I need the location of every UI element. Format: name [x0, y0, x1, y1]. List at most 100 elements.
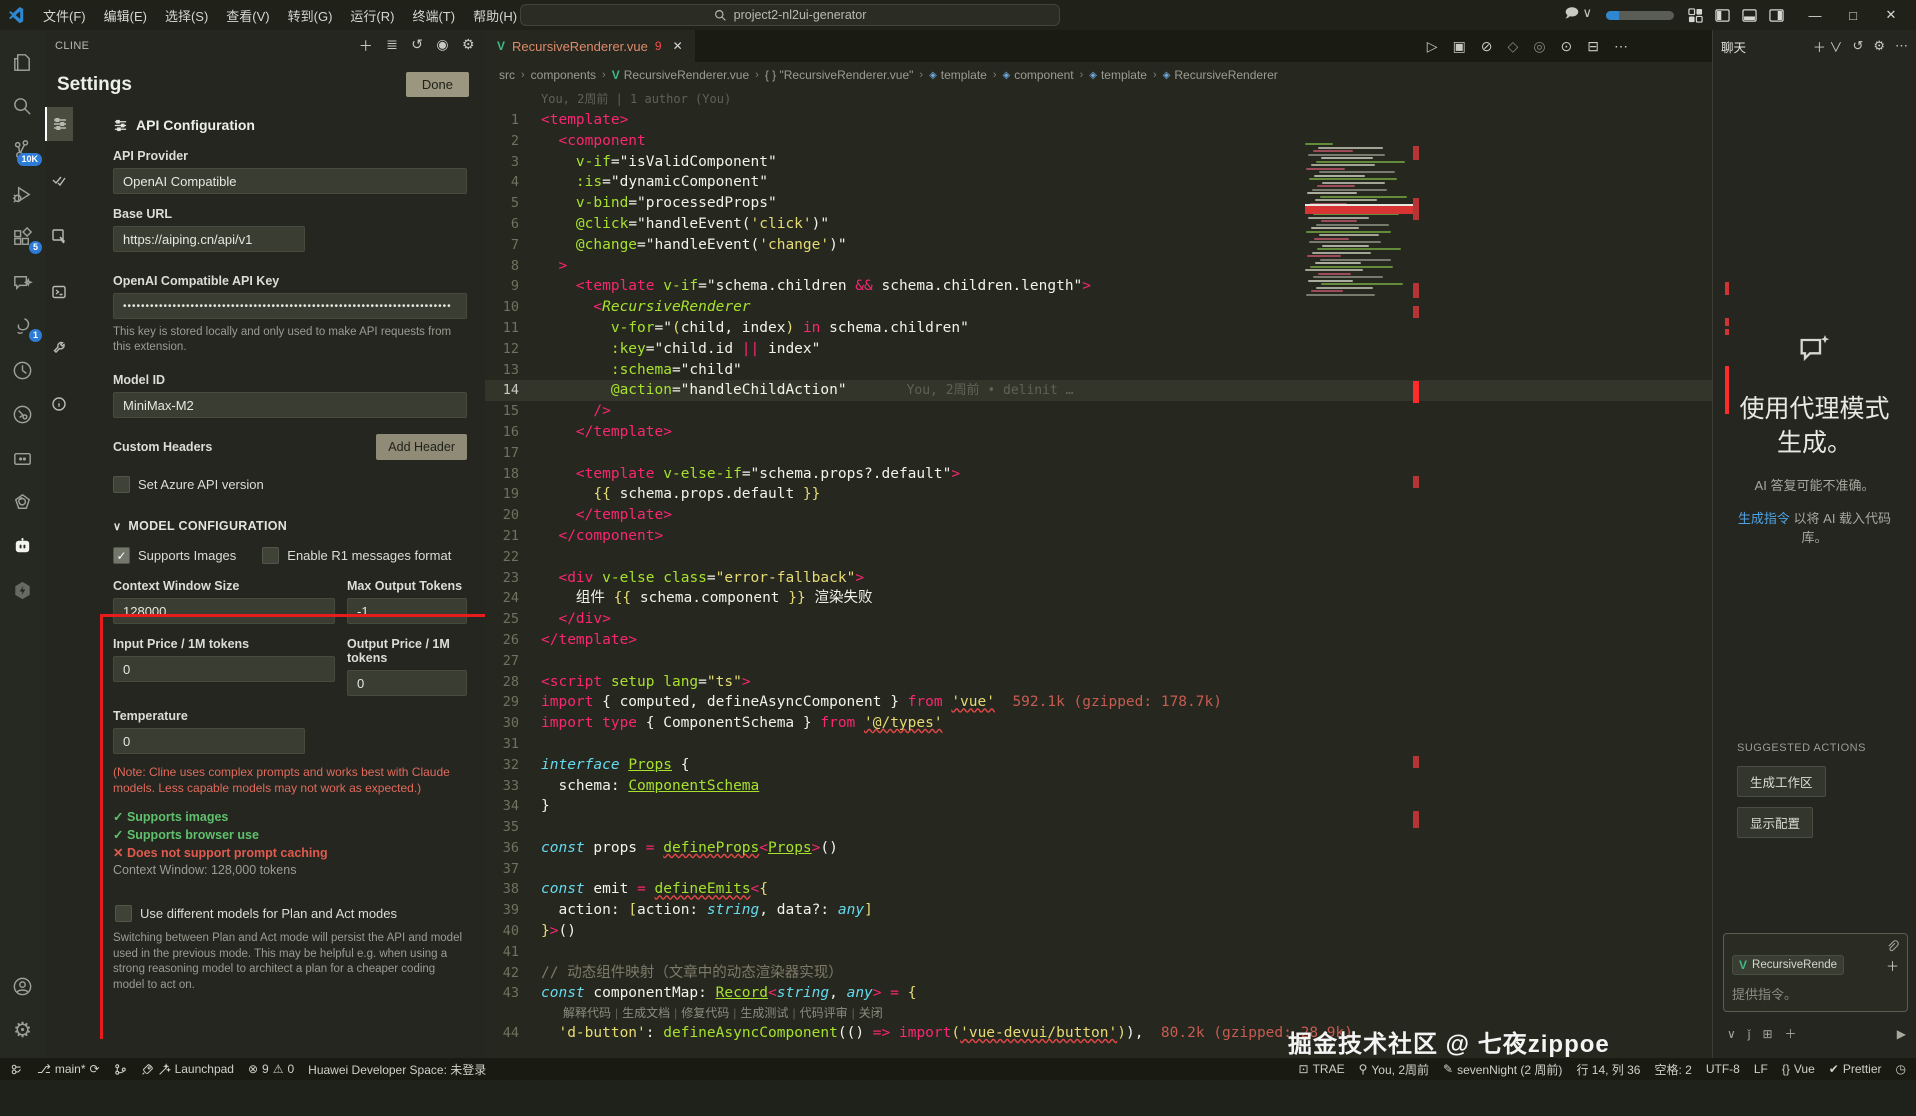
breadcrumb-item[interactable]: ◈RecursiveRenderer	[1163, 68, 1278, 82]
cursor-position-item[interactable]: 行 14, 列 36	[1576, 1061, 1640, 1078]
toggle-panel-icon[interactable]	[1742, 8, 1757, 23]
encoding-item[interactable]: UTF-8	[1706, 1062, 1740, 1076]
menu-item[interactable]: 转到(G)	[279, 2, 342, 29]
ai-code-action[interactable]: 解释代码	[563, 1006, 611, 1020]
menu-item[interactable]: 运行(R)	[341, 2, 403, 29]
code-line[interactable]: 41	[485, 942, 1712, 963]
repo-graph-icon[interactable]	[0, 392, 45, 436]
send-button[interactable]: ▶	[1897, 1027, 1906, 1041]
mcp-servers-icon[interactable]: ≣	[386, 36, 398, 56]
run-next-icon[interactable]: ◎	[1533, 38, 1545, 55]
ai-code-action[interactable]: 生成测试	[740, 1006, 788, 1020]
code-line[interactable]: 13 :schema="child"	[485, 360, 1712, 381]
new-chat-icon[interactable]: ＋ ∨	[1813, 37, 1843, 56]
run-debug-icon[interactable]	[0, 172, 45, 216]
temperature-input[interactable]	[113, 728, 305, 754]
provider-select[interactable]: OpenAI Compatible	[113, 168, 467, 194]
inprice-input[interactable]	[113, 656, 335, 682]
menu-item[interactable]: 查看(V)	[217, 2, 278, 29]
customize-layout-icon[interactable]	[1688, 8, 1703, 23]
ai-code-action[interactable]: 修复代码	[681, 1006, 729, 1020]
chat-input-placeholder[interactable]: 提供指令。	[1732, 984, 1899, 1003]
prettier-item[interactable]: ✔Prettier	[1829, 1062, 1882, 1076]
code-line[interactable]: 18 <template v-else-if="schema.props?.de…	[485, 464, 1712, 485]
generate-instructions-link[interactable]: 生成指令	[1738, 511, 1790, 526]
chat-history-icon[interactable]: ↺	[1852, 38, 1863, 54]
more-actions-button[interactable]: ⋯	[1614, 38, 1628, 55]
supports-images-checkbox[interactable]: ✓	[113, 547, 130, 564]
code-line[interactable]: 1<template>	[485, 110, 1712, 131]
code-line[interactable]: 9 <template v-if="schema.children && sch…	[485, 276, 1712, 297]
code-line[interactable]: 3 v-if="isValidComponent"	[485, 152, 1712, 173]
code-line[interactable]: 24 组件 {{ schema.component }} 渲染失败	[485, 588, 1712, 609]
code-line[interactable]: 28<script setup lang="ts">	[485, 672, 1712, 693]
account-icon[interactable]	[0, 964, 45, 1008]
tab-close-icon[interactable]: ✕	[673, 39, 683, 53]
add-tool-icon[interactable]: ＋	[1785, 1025, 1797, 1042]
maxtok-input[interactable]	[347, 598, 467, 624]
menu-item[interactable]: 帮助(H)	[464, 2, 526, 29]
search-view-icon[interactable]	[0, 84, 45, 128]
code-line[interactable]: 12 :key="child.id || index"	[485, 339, 1712, 360]
ai-code-action[interactable]: 生成文档	[622, 1006, 670, 1020]
breadcrumb-item[interactable]: VRecursiveRenderer.vue	[612, 68, 749, 82]
code-line[interactable]: 23 <div v-else class="error-fallback">	[485, 568, 1712, 589]
subnav-general-icon[interactable]	[45, 163, 73, 197]
baseurl-input[interactable]	[113, 226, 305, 252]
eol-item[interactable]: LF	[1754, 1062, 1768, 1076]
chevron-down-icon[interactable]: ∨	[113, 520, 121, 533]
minimize-button[interactable]: —	[1798, 1, 1832, 29]
add-header-button[interactable]: Add Header	[376, 434, 467, 460]
context-chip[interactable]: V RecursiveRende	[1732, 955, 1844, 975]
code-line[interactable]: 32interface Props {	[485, 755, 1712, 776]
screen-share-icon[interactable]	[0, 436, 45, 480]
chat-more-icon[interactable]: ⋯	[1895, 38, 1908, 54]
split-editor-button[interactable]: ⊟	[1587, 38, 1599, 55]
code-line[interactable]: 36const props = defineProps<Props>()	[485, 838, 1712, 859]
code-line[interactable]: 17	[485, 443, 1712, 464]
done-button[interactable]: Done	[406, 72, 469, 97]
code-line[interactable]: 43const componentMap: Record<string, any…	[485, 983, 1712, 1004]
menu-item[interactable]: 编辑(E)	[95, 2, 156, 29]
new-task-icon[interactable]: ＋	[359, 36, 373, 56]
code-line[interactable]: 34}	[485, 796, 1712, 817]
close-button[interactable]: ✕	[1874, 1, 1908, 29]
hexagon-bolt-icon[interactable]	[0, 568, 45, 612]
code-line[interactable]: 6 @click="handleEvent('click')"	[485, 214, 1712, 235]
code-line[interactable]: 14 @action="handleChildAction"You, 2周前 •…	[485, 380, 1712, 401]
outprice-input[interactable]	[347, 670, 467, 696]
apikey-input[interactable]: ••••••••••••••••••••••••••••••••••••••••…	[113, 293, 467, 319]
language-mode-item[interactable]: {}Vue	[1782, 1062, 1815, 1076]
menu-item[interactable]: 终端(T)	[403, 2, 464, 29]
gitlens-blame-header[interactable]: You, 2周前 | 1 author (You)	[485, 90, 1712, 110]
knot-extension-icon[interactable]	[0, 480, 45, 524]
code-line[interactable]: 30import type { ComponentSchema } from '…	[485, 713, 1712, 734]
subnav-features-icon[interactable]	[45, 331, 73, 365]
code-line[interactable]: 11 v-for="(child, index) in schema.child…	[485, 318, 1712, 339]
remote-indicator[interactable]	[10, 1063, 23, 1076]
breadcrumb-item[interactable]: ◈template	[1089, 68, 1147, 82]
code-line[interactable]: 38const emit = defineEmits<{	[485, 879, 1712, 900]
code-line[interactable]: 16 </template>	[485, 422, 1712, 443]
ai-robot-icon[interactable]	[0, 524, 45, 568]
code-line[interactable]: 40}>()	[485, 921, 1712, 942]
symbols-icon[interactable]: ◇	[1508, 38, 1519, 55]
code-line[interactable]: 7 @change="handleEvent('change')"	[485, 235, 1712, 256]
ctx-input[interactable]	[113, 598, 335, 624]
code-line[interactable]: 5 v-bind="processedProps"	[485, 193, 1712, 214]
suggested-action-button[interactable]: 显示配置	[1737, 807, 1813, 838]
code-line[interactable]: 4 :is="dynamicComponent"	[485, 172, 1712, 193]
code-line[interactable]: 31	[485, 734, 1712, 755]
minimap[interactable]	[1305, 143, 1413, 305]
indent-item[interactable]: 空格: 2	[1654, 1061, 1691, 1078]
trae-item[interactable]: ⊡TRAE	[1299, 1062, 1345, 1076]
run-all-icon[interactable]: ⊙	[1561, 38, 1573, 55]
subnav-about-icon[interactable]	[45, 387, 73, 421]
model-picker-icon[interactable]: ǰ	[1748, 1027, 1751, 1041]
model-config-title[interactable]: MODEL CONFIGURATION	[128, 519, 287, 533]
settings-gear-icon[interactable]: ⚙	[0, 1008, 45, 1052]
cline-settings-gear-icon[interactable]: ⚙	[462, 36, 475, 56]
tools-grid-icon[interactable]: ⊞	[1762, 1027, 1772, 1041]
chat-settings-icon[interactable]: ⚙	[1873, 38, 1885, 54]
subnav-browser-icon[interactable]	[45, 219, 73, 253]
